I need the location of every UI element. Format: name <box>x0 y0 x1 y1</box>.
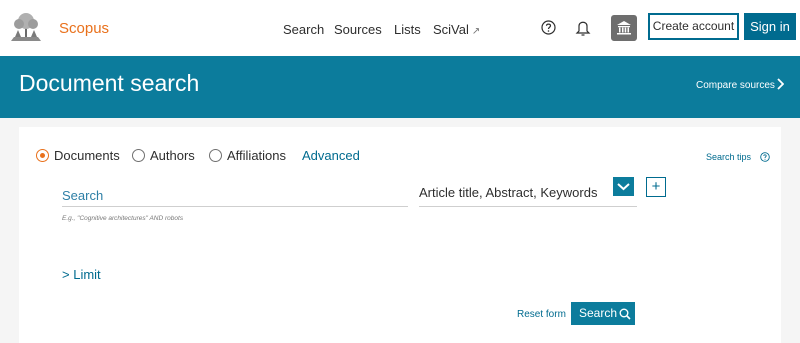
reset-form-link[interactable]: Reset form <box>517 309 566 320</box>
search-submit-button[interactable]: Search <box>571 302 635 325</box>
search-field-value: Article title, Abstract, Keywords <box>419 185 598 200</box>
search-input[interactable] <box>62 185 408 207</box>
institution-button[interactable] <box>611 15 637 41</box>
help-circle-icon[interactable] <box>541 20 556 35</box>
search-submit-label: Search <box>579 306 618 320</box>
radio-label-documents[interactable]: Documents <box>54 148 120 163</box>
brand-name[interactable]: Scopus <box>59 20 109 37</box>
help-circle-icon[interactable] <box>760 152 770 162</box>
elsevier-logo[interactable] <box>8 11 44 45</box>
add-search-field-button[interactable]: + <box>646 177 666 197</box>
radio-label-authors[interactable]: Authors <box>150 148 195 163</box>
limit-label: Limit <box>73 267 101 282</box>
institution-icon <box>617 21 631 35</box>
chevron-right-icon[interactable] <box>776 78 784 90</box>
bell-icon[interactable] <box>575 19 591 37</box>
page-banner: Document search Compare sources <box>0 56 800 118</box>
nav-scival-label: SciVal <box>433 22 469 37</box>
top-navigation-bar: Scopus Search Sources Lists SciVal ↗ Crea… <box>0 0 800 56</box>
radio-label-affiliations[interactable]: Affiliations <box>227 148 286 163</box>
nav-lists[interactable]: Lists <box>394 22 421 37</box>
radio-button-checked[interactable] <box>36 149 49 162</box>
radio-button[interactable] <box>132 149 145 162</box>
nav-sources[interactable]: Sources <box>334 22 382 37</box>
search-example-hint: E.g., "Cognitive architectures" AND robo… <box>62 215 184 222</box>
nav-scival[interactable]: SciVal ↗ <box>433 22 480 37</box>
search-form-card: Documents Authors Affiliations Advanced … <box>19 127 781 343</box>
chevron-down-icon <box>617 183 630 191</box>
search-icon <box>619 308 631 320</box>
search-tips-link[interactable]: Search tips <box>706 152 751 162</box>
external-link-icon: ↗ <box>471 26 481 37</box>
search-field-select[interactable]: Article title, Abstract, Keywords <box>419 185 637 207</box>
nav-search[interactable]: Search <box>283 22 324 37</box>
create-account-button[interactable]: Create account <box>648 13 739 40</box>
page-title: Document search <box>19 70 200 96</box>
advanced-search-link[interactable]: Advanced <box>302 148 360 163</box>
field-dropdown-button[interactable] <box>613 177 634 196</box>
sign-in-button[interactable]: Sign in <box>744 13 796 40</box>
plus-icon: + <box>651 178 661 195</box>
compare-sources-link[interactable]: Compare sources <box>696 80 775 91</box>
chevron-right-icon: > <box>62 267 70 282</box>
radio-button[interactable] <box>209 149 222 162</box>
limit-toggle[interactable]: > Limit <box>62 267 101 282</box>
